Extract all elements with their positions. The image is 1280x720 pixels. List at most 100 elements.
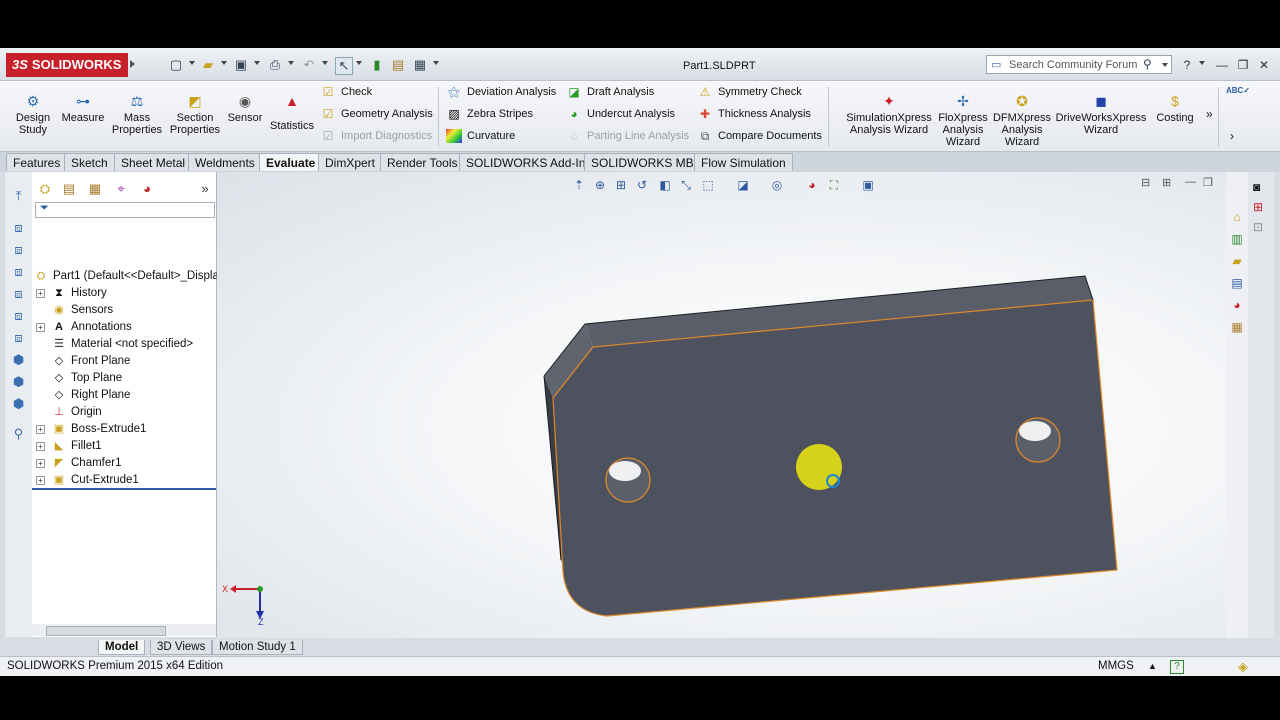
part-model[interactable] (217, 172, 1247, 638)
view-orientation-icon[interactable]: ⧈ (11, 264, 26, 279)
undo-icon[interactable]: ↶ (301, 57, 317, 73)
resource-icon[interactable]: ⊞ (1253, 200, 1263, 214)
dfmxpress-button[interactable]: ✪ DFMXpress Analysis Wizard (992, 93, 1052, 148)
parting-line-analysis-button[interactable]: ◌ Parting Line Analysis (566, 127, 689, 145)
search-scope-icon[interactable]: ▭ (991, 58, 1001, 71)
restore-window-button[interactable]: ❐ (1235, 57, 1251, 73)
search-input[interactable]: ▭ Search Community Forum ⚲ (986, 55, 1172, 74)
rebuild-traffic-light-icon[interactable]: ▮ (369, 57, 385, 73)
curvature-button[interactable]: Curvature (446, 127, 515, 145)
thickness-analysis-button[interactable]: ✚ Thickness Analysis (697, 105, 811, 123)
settings-icon[interactable]: ⊡ (1253, 220, 1263, 234)
expand-icon[interactable]: + (36, 323, 45, 332)
tree-horizontal-scrollbar[interactable] (32, 624, 216, 636)
appearances-icon[interactable]: ◕ (1228, 296, 1246, 314)
driveworksxpress-button[interactable]: ◼ DriveWorksXpress Wizard (1054, 93, 1148, 136)
search-dropdown-icon[interactable] (1162, 63, 1168, 67)
select-cursor-icon[interactable]: ↖ (335, 57, 353, 75)
import-diagnostics-button[interactable]: ☑ Import Diagnostics (320, 127, 432, 145)
display-manager-tab-icon[interactable]: ◕ (138, 180, 156, 198)
costing-button[interactable]: $ Costing (1152, 93, 1198, 124)
tab-render-tools[interactable]: Render Tools (380, 153, 465, 171)
save-dropdown-icon[interactable] (254, 61, 260, 65)
view-orientation-icon[interactable]: ⧈ (11, 242, 26, 257)
section-properties-button[interactable]: ◩ Section Properties (168, 93, 222, 136)
help-icon[interactable]: ? (1179, 57, 1195, 73)
zebra-stripes-button[interactable]: ▨ Zebra Stripes (446, 105, 533, 123)
expand-icon[interactable]: + (36, 289, 45, 298)
tab-sheet-metal[interactable]: Sheet Metal (114, 153, 193, 171)
cube-view-icon[interactable]: ⬢ (11, 374, 26, 389)
print-icon[interactable]: ⎙ (267, 57, 283, 73)
deviation-analysis-button[interactable]: ⚝ Deviation Analysis (446, 83, 556, 101)
close-window-button[interactable]: ✕ (1256, 57, 1272, 73)
ribbon-scroll-icon[interactable]: › (1230, 127, 1234, 145)
design-library-icon[interactable]: ▥ (1228, 230, 1246, 248)
sensor-button[interactable]: ◉ Sensor (226, 93, 264, 124)
view-orientation-icon[interactable]: ⧈ (11, 308, 26, 323)
tab-3d-views[interactable]: 3D Views (150, 640, 213, 655)
dimxpert-manager-tab-icon[interactable]: ⌖ (112, 180, 130, 198)
spell-check-icon[interactable]: ABC✓ (1226, 82, 1250, 100)
panel-expand-chevron-icon[interactable]: » (196, 180, 214, 198)
new-dropdown-icon[interactable] (189, 61, 195, 65)
draft-analysis-button[interactable]: ◪ Draft Analysis (566, 83, 654, 101)
tab-flow-simulation[interactable]: Flow Simulation (694, 153, 793, 171)
expand-icon[interactable]: + (36, 476, 45, 485)
view-orientation-icon[interactable]: ⧈ (11, 330, 26, 345)
options-icon[interactable]: ▦ (412, 57, 428, 73)
expand-icon[interactable]: + (36, 459, 45, 468)
scrollbar-thumb[interactable] (46, 626, 166, 636)
units-dropdown-icon[interactable]: ▲ (1148, 661, 1157, 671)
print-dropdown-icon[interactable] (288, 61, 294, 65)
undercut-analysis-button[interactable]: ◕ Undercut Analysis (566, 105, 675, 123)
new-document-icon[interactable]: ▢ (168, 57, 184, 73)
cube-view-icon[interactable]: ⬢ (11, 352, 26, 367)
select-dropdown-icon[interactable] (356, 61, 362, 65)
pin-icon[interactable]: ⤒ (11, 188, 26, 203)
cube-view-icon[interactable]: ⬢ (11, 396, 26, 411)
statistics-button[interactable]: ▲ Statistics (268, 93, 316, 132)
file-properties-icon[interactable]: ▤ (390, 57, 406, 73)
tree-filter-input[interactable]: ⏷ (35, 202, 215, 218)
menu-flyout-arrow-icon[interactable] (130, 60, 135, 68)
file-explorer-icon[interactable]: ▰ (1228, 252, 1246, 270)
camera-icon[interactable]: ◙ (1253, 180, 1260, 194)
compare-documents-button[interactable]: ⧉ Compare Documents (697, 127, 822, 145)
mass-properties-button[interactable]: ⚖ Mass Properties (110, 93, 164, 136)
property-manager-tab-icon[interactable]: ▤ (60, 180, 78, 198)
minimize-window-button[interactable]: — (1214, 57, 1230, 73)
design-study-button[interactable]: ⚙ Design Study (9, 93, 57, 136)
search-icon[interactable]: ⚲ (1143, 57, 1152, 71)
check-button[interactable]: ☑ Check (320, 83, 373, 101)
symmetry-check-button[interactable]: ⚠ Symmetry Check (697, 83, 802, 101)
view-palette-icon[interactable]: ▤ (1228, 274, 1246, 292)
view-orientation-icon[interactable]: ⧈ (11, 220, 26, 235)
ribbon-overflow-chevron-icon[interactable]: » (1206, 105, 1213, 123)
expand-icon[interactable]: + (36, 425, 45, 434)
tab-model[interactable]: Model (98, 640, 146, 655)
simulationxpress-button[interactable]: ✦ SimulationXpress Analysis Wizard (842, 93, 936, 136)
measure-button[interactable]: ⊶ Measure (60, 93, 106, 124)
view-orientation-icon[interactable]: ⧈ (11, 286, 26, 301)
geometry-analysis-button[interactable]: ☑ Geometry Analysis (320, 105, 433, 123)
tab-evaluate[interactable]: Evaluate (259, 153, 323, 171)
solidworks-resources-icon[interactable]: ⌂ (1228, 208, 1246, 226)
help-dropdown-icon[interactable] (1199, 61, 1205, 65)
solidworks-logo[interactable]: 3S SOLIDWORKS (6, 53, 128, 77)
tab-weldments[interactable]: Weldments (188, 153, 262, 171)
help-status-icon[interactable]: ? (1170, 660, 1184, 674)
floxpress-button[interactable]: ✢ FloXpress Analysis Wizard (938, 93, 988, 148)
custom-properties-icon[interactable]: ▦ (1228, 318, 1246, 336)
undo-dropdown-icon[interactable] (322, 61, 328, 65)
rebuild-status-icon[interactable]: ◈ (1238, 659, 1248, 675)
rollback-bar[interactable] (32, 488, 216, 490)
tab-dimxpert[interactable]: DimXpert (318, 153, 383, 171)
open-folder-icon[interactable]: ▰ (200, 57, 216, 73)
graphics-viewport[interactable]: ⇡ ⊕ ⊞ ↺ ◧ ⤡ ⬚ ◪ ◎ ◕ ⛶ ▣ ⊟ ⊞ — ❐ ✕ (217, 172, 1247, 638)
options-dropdown-icon[interactable] (433, 61, 439, 65)
tab-motion-study-1[interactable]: Motion Study 1 (212, 640, 303, 655)
tab-solidworks-mbd[interactable]: SOLIDWORKS MBD (584, 153, 710, 171)
units-selector[interactable]: MMGS (1098, 660, 1134, 672)
configuration-manager-tab-icon[interactable]: ▦ (86, 180, 104, 198)
